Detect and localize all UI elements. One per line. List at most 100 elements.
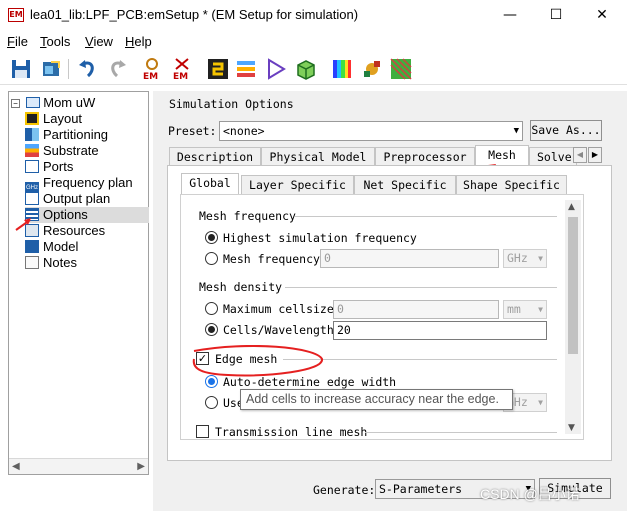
em-stop-icon[interactable]: EM bbox=[170, 57, 194, 82]
undo-icon[interactable] bbox=[76, 57, 100, 81]
menu-view[interactable]: View bbox=[85, 34, 113, 49]
window-icon bbox=[25, 97, 40, 108]
tree-item-ports[interactable]: Ports bbox=[25, 159, 73, 175]
tab-description[interactable]: Description bbox=[169, 147, 261, 166]
save-as-button[interactable]: Save As... bbox=[530, 120, 602, 141]
menu-bar: File Tools View Help bbox=[0, 31, 627, 53]
cells-wavelength-input[interactable]: 20 bbox=[333, 321, 547, 340]
user-edge-width-radio[interactable] bbox=[205, 396, 218, 409]
tree-item-label: Model bbox=[43, 239, 79, 254]
toolbar: EM EM bbox=[0, 53, 627, 85]
tab-scroll-left-icon[interactable]: ◀ bbox=[573, 147, 587, 163]
section-title: Simulation Options bbox=[169, 97, 294, 111]
tree-item-notes[interactable]: Notes bbox=[25, 255, 77, 271]
layout-icon[interactable] bbox=[206, 57, 230, 81]
unit-label: GHz bbox=[507, 251, 528, 265]
highest-frequency-label: Highest simulation frequency bbox=[223, 231, 417, 245]
tree-item-label: Frequency plan bbox=[43, 175, 133, 190]
substrate-icon bbox=[25, 144, 39, 157]
subtab-layer-specific[interactable]: Layer Specific bbox=[241, 175, 354, 194]
partitioning-icon bbox=[25, 128, 39, 141]
tree-item-label: Substrate bbox=[43, 143, 99, 158]
tab-preprocessor[interactable]: Preprocessor bbox=[375, 147, 475, 166]
tree-item-layout[interactable]: Layout bbox=[25, 111, 82, 127]
scroll-down-icon[interactable]: ▼ bbox=[568, 423, 575, 433]
chevron-down-icon: ▼ bbox=[513, 126, 519, 136]
tree-item-label: Resources bbox=[43, 223, 106, 238]
mesh-frequency-title: Mesh frequency bbox=[199, 209, 296, 223]
open-icon[interactable] bbox=[39, 57, 63, 81]
layers-icon[interactable] bbox=[234, 57, 258, 81]
simulation-options-panel: Simulation Options Preset: <none> ▼ Save … bbox=[153, 91, 627, 511]
minimize-button[interactable]: — bbox=[487, 0, 533, 31]
component-icon[interactable] bbox=[360, 57, 384, 81]
tree-item-options[interactable]: Options bbox=[25, 207, 149, 223]
watermark: CSDN @吕小诺 bbox=[480, 486, 580, 502]
max-cellsize-radio[interactable] bbox=[205, 302, 218, 315]
tab-scroll-right-icon[interactable]: ▶ bbox=[588, 147, 602, 163]
tree-item-resources[interactable]: Resources bbox=[25, 223, 105, 239]
mesh-frequency-input[interactable]: 0 bbox=[320, 249, 499, 268]
collapse-icon[interactable]: − bbox=[11, 99, 20, 108]
mesh-frequency-unit[interactable]: GHz ▼ bbox=[503, 249, 547, 268]
svg-text:EM: EM bbox=[143, 72, 158, 81]
subtab-net-specific[interactable]: Net Specific bbox=[354, 175, 456, 194]
preset-value: <none> bbox=[223, 124, 265, 138]
highest-frequency-radio[interactable] bbox=[205, 231, 218, 244]
mesh-frequency-radio[interactable] bbox=[205, 252, 218, 265]
maximize-button[interactable]: ☐ bbox=[533, 0, 579, 31]
max-cellsize-unit[interactable]: mm ▼ bbox=[503, 300, 547, 319]
tree-item-partitioning[interactable]: Partitioning bbox=[25, 127, 108, 143]
subtab-global[interactable]: Global bbox=[181, 173, 239, 194]
mesh-frequency-label: Mesh frequency bbox=[223, 252, 320, 266]
preset-label: Preset: bbox=[168, 124, 217, 138]
mesh-density-title: Mesh density bbox=[199, 280, 283, 294]
tree-horizontal-scrollbar[interactable]: ◀ ▶ bbox=[9, 458, 148, 474]
menu-tools[interactable]: Tools bbox=[40, 34, 70, 49]
transmission-line-mesh-checkbox[interactable] bbox=[196, 425, 209, 438]
ports-icon bbox=[25, 160, 39, 173]
em-simulate-icon[interactable]: EM bbox=[140, 57, 164, 82]
save-icon[interactable] bbox=[9, 57, 33, 81]
max-cellsize-input[interactable]: 0 bbox=[333, 300, 499, 319]
tab-solver[interactable]: Solve bbox=[529, 147, 577, 166]
mesh-view-icon[interactable] bbox=[389, 57, 413, 81]
color-bar-icon[interactable] bbox=[330, 57, 354, 81]
tree-item-label: Options bbox=[43, 207, 88, 222]
auto-edge-width-radio[interactable] bbox=[205, 375, 218, 388]
preset-dropdown[interactable]: <none> ▼ bbox=[219, 121, 523, 141]
app-icon: EM bbox=[8, 8, 24, 22]
play-icon[interactable] bbox=[264, 57, 288, 81]
cells-wavelength-radio[interactable] bbox=[205, 323, 218, 336]
scroll-right-icon[interactable]: ▶ bbox=[137, 461, 145, 472]
tree-item-output-plan[interactable]: Output plan bbox=[25, 191, 110, 207]
redo-icon[interactable] bbox=[105, 57, 129, 81]
scroll-thumb[interactable] bbox=[568, 217, 578, 354]
tree-item-label: Layout bbox=[43, 111, 83, 126]
layout-icon bbox=[25, 112, 39, 125]
menu-help[interactable]: Help bbox=[125, 34, 152, 49]
max-cellsize-label: Maximum cellsize bbox=[223, 302, 334, 316]
tree-root-label: Mom uW bbox=[43, 95, 96, 110]
chevron-down-icon: ▼ bbox=[538, 305, 543, 314]
tree-item-label: Ports bbox=[43, 159, 74, 174]
window-title: lea01_lib:LPF_PCB:emSetup * (EM Setup fo… bbox=[30, 7, 359, 22]
scroll-up-icon[interactable]: ▲ bbox=[568, 202, 575, 212]
menu-file[interactable]: File bbox=[7, 34, 28, 49]
title-bar: EM lea01_lib:LPF_PCB:emSetup * (EM Setup… bbox=[0, 0, 627, 31]
chevron-down-icon: ▼ bbox=[538, 398, 543, 407]
3d-box-icon[interactable] bbox=[294, 57, 318, 81]
tree-root[interactable]: − Mom uW bbox=[11, 95, 95, 110]
tree-item-frequency-plan[interactable]: GHz Frequency plan bbox=[25, 175, 133, 195]
setup-tree: − Mom uW Layout Partitioning Substrate P… bbox=[8, 91, 149, 475]
close-button[interactable]: ✕ bbox=[579, 0, 625, 31]
tree-item-label: Notes bbox=[43, 255, 77, 270]
svg-text:EM: EM bbox=[173, 72, 188, 81]
annotation-arrow bbox=[15, 218, 31, 231]
tree-item-model[interactable]: Model bbox=[25, 239, 78, 255]
tree-item-substrate[interactable]: Substrate bbox=[25, 143, 99, 159]
tab-physical-model[interactable]: Physical Model bbox=[261, 147, 375, 166]
generate-label: Generate: bbox=[313, 483, 376, 497]
scroll-left-icon[interactable]: ◀ bbox=[12, 461, 20, 472]
subtab-shape-specific[interactable]: Shape Specific bbox=[456, 175, 567, 194]
